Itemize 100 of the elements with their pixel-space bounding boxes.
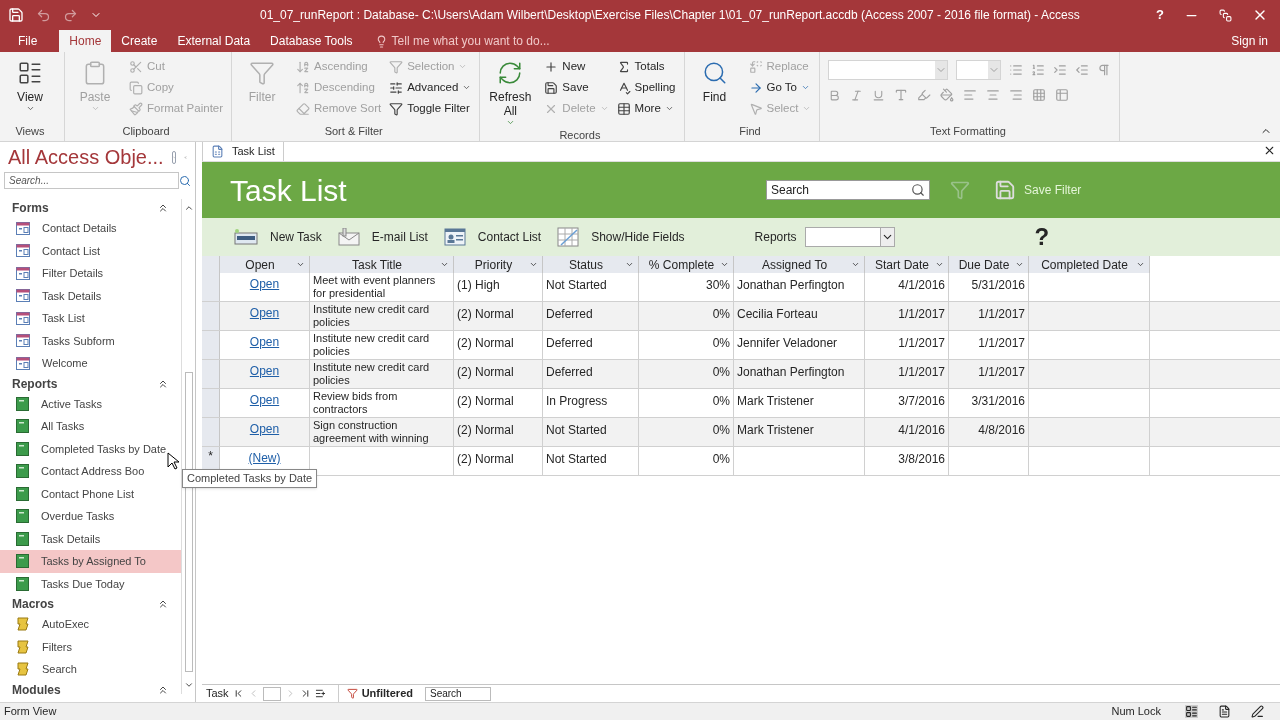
numbered-list-icon[interactable] <box>1031 63 1046 77</box>
help-button[interactable]: ? <box>1034 219 1050 255</box>
column-header[interactable]: % Complete <box>639 256 734 273</box>
record-selector[interactable] <box>202 418 220 446</box>
ribbon-tab[interactable]: File <box>0 30 60 52</box>
align-center-icon[interactable] <box>986 88 1001 102</box>
paragraph-icon[interactable] <box>1097 63 1112 77</box>
nav-item[interactable]: Tasks Subform <box>0 329 181 352</box>
nav-item[interactable]: Completed Tasks by Date <box>0 437 181 460</box>
nav-item[interactable]: All Tasks <box>0 415 181 438</box>
record-number-field[interactable] <box>262 686 281 701</box>
column-header[interactable]: Priority <box>454 256 543 273</box>
ribbon-button[interactable]: More <box>616 98 676 119</box>
ribbon-tab[interactable]: External Data <box>167 30 261 52</box>
font-size-field[interactable] <box>956 60 1002 80</box>
ribbon-button[interactable]: View <box>4 56 56 113</box>
ribbon-button[interactable]: Spelling <box>616 77 676 98</box>
select-all-corner[interactable] <box>202 256 220 273</box>
gridlines-icon[interactable] <box>1032 88 1047 102</box>
nav-item[interactable]: Active Tasks <box>0 392 181 415</box>
record-search-field[interactable]: Search <box>424 686 491 701</box>
column-header[interactable]: Completed Date <box>1029 256 1150 273</box>
filter-status[interactable]: Unfiltered <box>337 685 413 702</box>
nav-item[interactable]: Task List <box>0 307 181 330</box>
sign-in-link[interactable]: Sign in <box>1231 30 1280 52</box>
document-tab[interactable]: Task List <box>202 141 284 161</box>
nav-section-header[interactable]: Forms <box>0 199 181 217</box>
ribbon-button[interactable]: Advanced <box>389 77 472 98</box>
ribbon-button[interactable]: Find <box>688 56 741 119</box>
font-name-field[interactable] <box>828 60 949 80</box>
column-header[interactable]: Due Date <box>949 256 1029 273</box>
record-selector[interactable] <box>202 273 220 301</box>
nav-item[interactable]: Contact Details <box>0 217 181 240</box>
nav-item[interactable]: Contact Address Boo <box>0 460 181 483</box>
nav-item[interactable]: AutoExec <box>0 613 181 636</box>
record-selector[interactable] <box>202 302 220 330</box>
nav-item[interactable]: Filters <box>0 635 181 658</box>
bullet-list-icon[interactable] <box>1009 63 1024 77</box>
ribbon-tab[interactable]: Database Tools <box>260 30 363 52</box>
record-selector[interactable] <box>202 360 220 388</box>
save-icon[interactable] <box>8 7 24 23</box>
nav-section-header[interactable]: Macros <box>0 595 181 613</box>
column-header[interactable]: Open <box>220 256 310 273</box>
open-link[interactable]: Open <box>249 333 280 351</box>
close-icon[interactable] <box>1263 144 1276 157</box>
ribbon-button[interactable]: Go To <box>748 77 812 98</box>
ribbon-button[interactable]: Toggle Filter <box>389 98 472 119</box>
underline-icon[interactable] <box>872 88 886 102</box>
ribbon-tab[interactable]: Home <box>59 30 112 52</box>
funnel-icon[interactable] <box>950 180 970 200</box>
datasheet-view-icon[interactable] <box>1218 705 1231 718</box>
help-button[interactable]: ? <box>1156 5 1164 25</box>
column-header[interactable]: Start Date <box>865 256 949 273</box>
open-link[interactable]: Open <box>249 362 280 380</box>
open-link[interactable]: Open <box>249 391 280 409</box>
column-header[interactable]: Assigned To <box>734 256 865 273</box>
nav-item[interactable]: Contact Phone List <box>0 482 181 505</box>
open-link[interactable]: Open <box>249 420 280 438</box>
column-header[interactable]: Status <box>543 256 639 273</box>
design-view-icon[interactable] <box>1251 705 1264 718</box>
open-link[interactable]: Open <box>249 304 280 322</box>
ribbon-button[interactable]: New <box>544 56 609 77</box>
outdent-icon[interactable] <box>1075 63 1090 77</box>
new-record-icon[interactable] <box>314 688 326 699</box>
nav-item[interactable]: Task Details <box>0 527 181 550</box>
nav-item[interactable]: Search <box>0 658 181 681</box>
reports-dropdown[interactable] <box>804 227 895 247</box>
restore-icon[interactable] <box>1219 8 1232 22</box>
form-action-button[interactable]: Contact List <box>443 228 542 246</box>
new-record-link[interactable]: (New) <box>248 449 281 467</box>
highlighter-icon[interactable] <box>917 88 932 102</box>
nav-search-field[interactable]: Search... <box>4 172 179 189</box>
column-header[interactable]: Task Title <box>310 256 454 273</box>
nav-section-header[interactable]: Modules <box>0 680 181 699</box>
record-selector[interactable] <box>202 389 220 417</box>
ribbon-button[interactable]: Save <box>544 77 609 98</box>
form-action-button[interactable]: New Task <box>234 228 322 246</box>
table-icon[interactable] <box>1055 88 1070 102</box>
tell-me-field[interactable]: Tell me what you want to do... <box>374 30 550 52</box>
ribbon-tab[interactable]: Create <box>111 30 168 52</box>
align-left-icon[interactable] <box>963 88 978 102</box>
align-right-icon[interactable] <box>1009 88 1024 102</box>
nav-section-header[interactable]: Reports <box>0 374 181 393</box>
nav-item[interactable]: Overdue Tasks <box>0 505 181 528</box>
ribbon-button[interactable]: Refresh All <box>484 56 537 127</box>
form-action-button[interactable]: Show/Hide Fields <box>557 227 685 247</box>
nav-item[interactable]: Tasks by Assigned To <box>0 550 181 573</box>
italic-icon[interactable] <box>850 88 864 102</box>
record-selector[interactable] <box>202 331 220 359</box>
bold-icon[interactable] <box>828 88 842 102</box>
form-search-field[interactable]: Search <box>766 180 930 200</box>
nav-item[interactable]: Filter Details <box>0 262 181 285</box>
nav-item[interactable]: Tasks Due Today <box>0 572 181 595</box>
open-link[interactable]: Open <box>249 275 280 293</box>
nav-item[interactable]: Task Details <box>0 284 181 307</box>
form-view-icon[interactable] <box>1185 705 1198 718</box>
font-color-icon[interactable] <box>894 88 909 102</box>
ribbon-button[interactable]: Totals <box>616 56 676 77</box>
form-action-button[interactable]: E-mail List <box>337 228 428 246</box>
paint-bucket-icon[interactable] <box>940 88 955 102</box>
